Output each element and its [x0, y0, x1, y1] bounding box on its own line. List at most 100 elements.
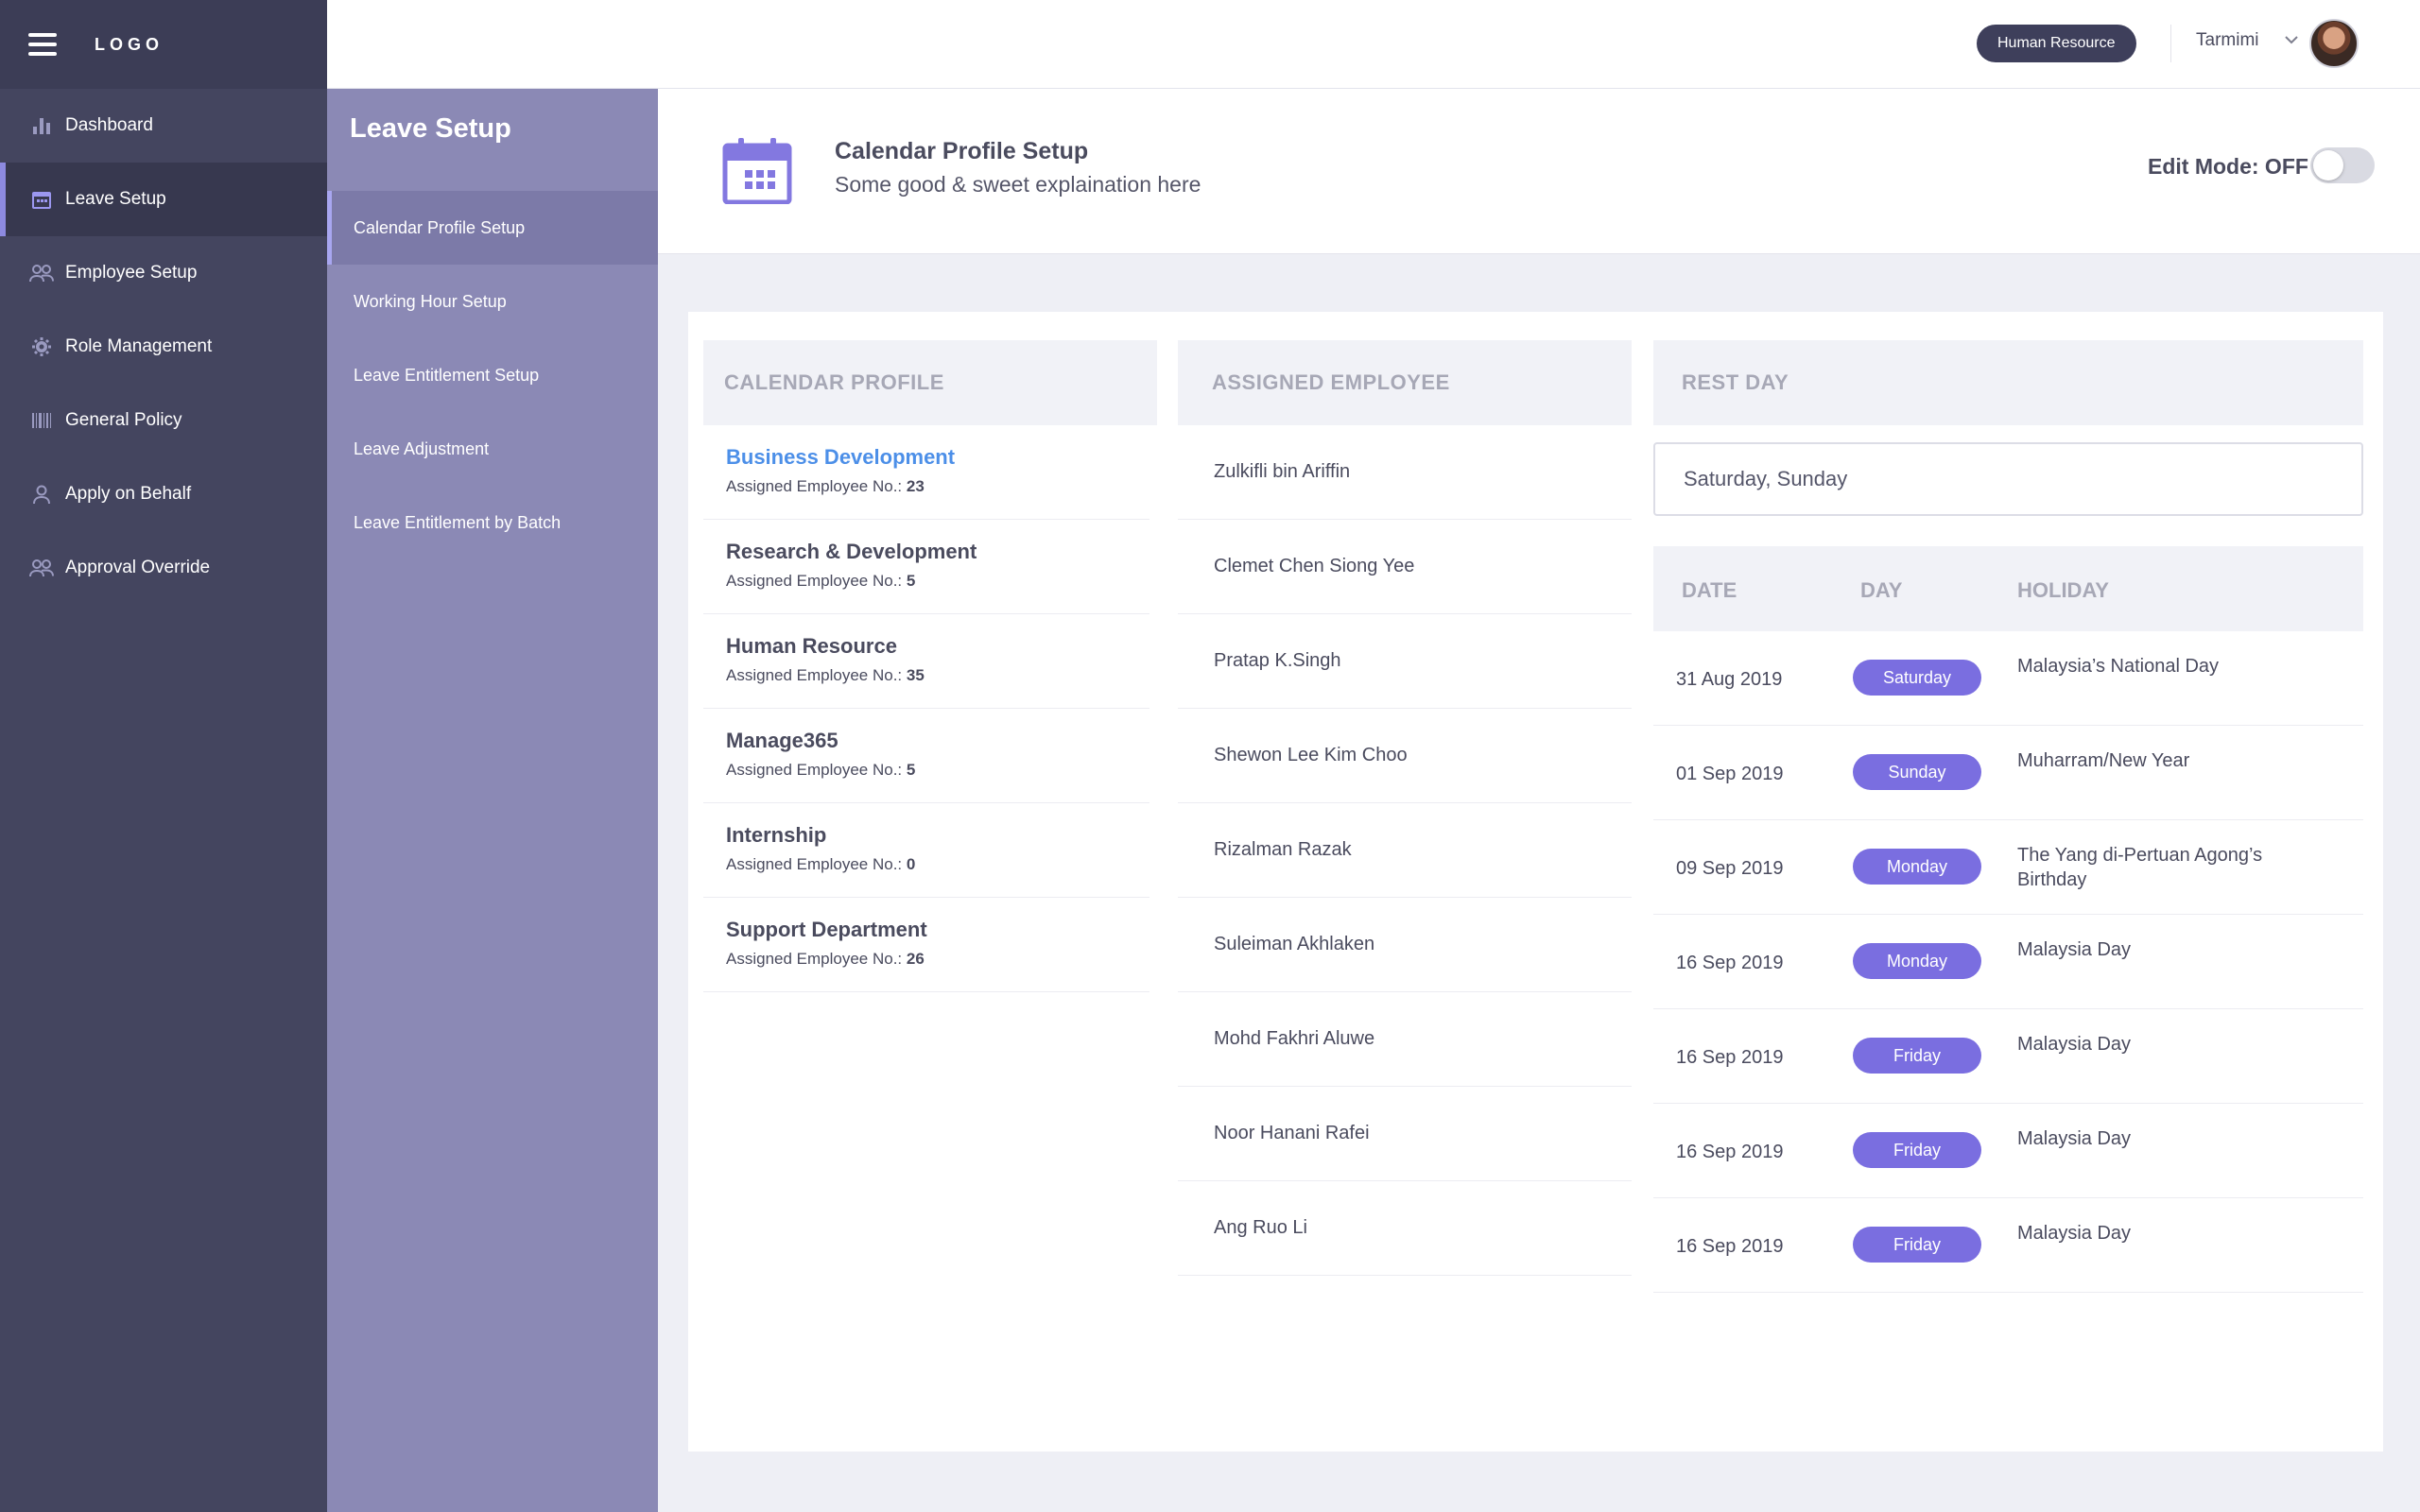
table-row: 31 Aug 2019 Saturday Malaysia’s National D…: [1653, 631, 2363, 726]
subnav-item-leave-entitlement-setup[interactable]: Leave Entitlement Setup: [327, 338, 658, 412]
holiday-name: Malaysia Day: [2017, 1034, 2132, 1055]
main-sidebar: LOGO Dashboard Leave Setup Employee Setu…: [0, 0, 327, 1512]
assigned-count: Assigned Employee No.: 5: [726, 572, 1150, 591]
assigned-count-value: 5: [906, 761, 916, 779]
sidebar-item-label: Role Management: [65, 336, 213, 356]
day-badge: Friday: [1853, 1038, 1981, 1074]
list-item: Noor Hanani Rafei: [1178, 1087, 1632, 1181]
rest-day-field[interactable]: Saturday, Sunday: [1653, 442, 2363, 516]
sidebar-item-leave-setup[interactable]: Leave Setup: [0, 163, 327, 236]
column-header-date: DATE: [1682, 578, 1737, 602]
page-header: Calendar Profile Setup Some good & sweet…: [658, 89, 2420, 254]
list-item[interactable]: Human Resource Assigned Employee No.: 35: [703, 614, 1150, 709]
column-header-day: DAY: [1860, 578, 1903, 602]
brand-bar: LOGO: [0, 0, 327, 89]
profile-name: Manage365: [726, 729, 838, 752]
calendar-profile-panel: CALENDAR PROFILE Business Development Ass…: [703, 340, 1157, 992]
sidebar-item-apply-on-behalf[interactable]: Apply on Behalf: [0, 457, 327, 531]
assigned-count-label: Assigned Employee No.:: [726, 477, 903, 495]
page-subtitle: Some good & sweet explaination here: [835, 172, 1201, 197]
assigned-count: Assigned Employee No.: 23: [726, 477, 1150, 496]
table-row: 01 Sep 2019 Sunday Muharram/New Year: [1653, 726, 2363, 820]
rest-day-panel: REST DAY Saturday, Sunday DATE DAY HOLID…: [1653, 340, 2363, 1293]
sidebar-item-approval-override[interactable]: Approval Override: [0, 531, 327, 605]
assigned-count-label: Assigned Employee No.:: [726, 950, 903, 968]
table-row: 16 Sep 2019 Friday Malaysia Day: [1653, 1104, 2363, 1198]
holiday-table-body: 31 Aug 2019 Saturday Malaysia’s National D…: [1653, 631, 2363, 1293]
gear-icon: [28, 334, 55, 360]
holiday-date: 31 Aug 2019: [1676, 669, 1783, 690]
assigned-count-value: 26: [906, 950, 925, 968]
sidebar-item-role-management[interactable]: Role Management: [0, 310, 327, 384]
rest-day-header: REST DAY: [1653, 340, 2363, 425]
list-item: Pratap K.Singh: [1178, 614, 1632, 709]
assigned-count-value: 5: [906, 572, 916, 590]
chevron-down-icon[interactable]: [2284, 34, 2299, 45]
sidebar-item-dashboard[interactable]: Dashboard: [0, 89, 327, 163]
assigned-count-label: Assigned Employee No.:: [726, 666, 903, 684]
logo: LOGO: [95, 34, 164, 54]
list-item: Ang Ruo Li: [1178, 1181, 1632, 1276]
list-item[interactable]: Research & Development Assigned Employee …: [703, 520, 1150, 614]
day-badge: Monday: [1853, 849, 1981, 885]
list-item[interactable]: Manage365 Assigned Employee No.: 5: [703, 709, 1150, 803]
holiday-name: Malaysia Day: [2017, 939, 2132, 960]
username[interactable]: Tarmimi: [2196, 30, 2259, 51]
sidebar-item-general-policy[interactable]: General Policy: [0, 384, 327, 457]
profile-name: Business Development: [726, 445, 956, 469]
edit-mode-label: Edit Mode: OFF: [2148, 154, 2308, 179]
sidebar-item-label: Employee Setup: [65, 263, 198, 283]
assigned-count-label: Assigned Employee No.:: [726, 572, 903, 590]
list-item[interactable]: Support Department Assigned Employee No.:…: [703, 898, 1150, 992]
holiday-date: 16 Sep 2019: [1676, 1142, 1784, 1162]
holiday-date: 01 Sep 2019: [1676, 764, 1784, 784]
holiday-name: Malaysia Day: [2017, 1223, 2132, 1244]
assigned-count: Assigned Employee No.: 35: [726, 666, 1150, 685]
assigned-count: Assigned Employee No.: 0: [726, 855, 1150, 874]
day-badge: Saturday: [1853, 660, 1981, 696]
sidebar-item-label: Approval Override: [65, 558, 211, 577]
list-item[interactable]: Internship Assigned Employee No.: 0: [703, 803, 1150, 898]
edit-mode-toggle[interactable]: [2310, 147, 2375, 183]
avatar[interactable]: [2309, 19, 2359, 68]
subnav-item-leave-adjustment[interactable]: Leave Adjustment: [327, 412, 658, 486]
subnav-title: Leave Setup: [350, 113, 511, 144]
sidebar-item-label: Dashboard: [65, 115, 153, 135]
list-item: Rizalman Razak: [1178, 803, 1632, 898]
subnav-item-calendar-profile-setup[interactable]: Calendar Profile Setup: [327, 191, 658, 265]
holiday-date: 16 Sep 2019: [1676, 953, 1784, 973]
list-item[interactable]: Business Development Assigned Employee No…: [703, 425, 1150, 520]
sidebar-item-label: Apply on Behalf: [65, 484, 192, 504]
sidebar-item-label: General Policy: [65, 410, 182, 430]
day-badge: Friday: [1853, 1132, 1981, 1168]
assigned-count: Assigned Employee No.: 5: [726, 761, 1150, 780]
role-badge[interactable]: Human Resource: [1977, 25, 2136, 62]
profile-name: Support Department: [726, 918, 927, 941]
day-badge: Monday: [1853, 943, 1981, 979]
day-badge: Friday: [1853, 1227, 1981, 1263]
holiday-name: Muharram/New Year: [2017, 750, 2190, 771]
list-item: Zulkifli bin Ariffin: [1178, 425, 1632, 520]
table-row: 09 Sep 2019 Monday The Yang di-Pertuan Ago…: [1653, 820, 2363, 915]
holiday-table-header: DATE DAY HOLIDAY: [1653, 546, 2363, 631]
content-card: CALENDAR PROFILE Business Development Ass…: [688, 312, 2383, 1452]
subnav-item-working-hour-setup[interactable]: Working Hour Setup: [327, 265, 658, 338]
holiday-name: Malaysia Day: [2017, 1128, 2132, 1149]
sidebar-item-employee-setup[interactable]: Employee Setup: [0, 236, 327, 310]
assigned-count-value: 35: [906, 666, 925, 684]
top-header: Human Resource Tarmimi: [327, 0, 2420, 89]
day-badge: Sunday: [1853, 754, 1981, 790]
list-item: Clemet Chen Siong Yee: [1178, 520, 1632, 614]
table-row: 16 Sep 2019 Monday Malaysia Day: [1653, 915, 2363, 1009]
profile-name: Research & Development: [726, 540, 977, 563]
subnav-item-leave-entitlement-by-batch[interactable]: Leave Entitlement by Batch: [327, 486, 658, 559]
hamburger-menu-icon[interactable]: [28, 33, 57, 56]
assigned-count-label: Assigned Employee No.:: [726, 761, 903, 779]
list-item: Mohd Fakhri Aluwe: [1178, 992, 1632, 1087]
list-item: Suleiman Akhlaken: [1178, 898, 1632, 992]
assigned-count-label: Assigned Employee No.:: [726, 855, 903, 873]
sidebar-item-label: Leave Setup: [65, 189, 166, 209]
calendar-profile-list: Business Development Assigned Employee No…: [703, 425, 1157, 992]
header-divider: [2170, 25, 2171, 62]
table-row: 16 Sep 2019 Friday Malaysia Day: [1653, 1198, 2363, 1293]
